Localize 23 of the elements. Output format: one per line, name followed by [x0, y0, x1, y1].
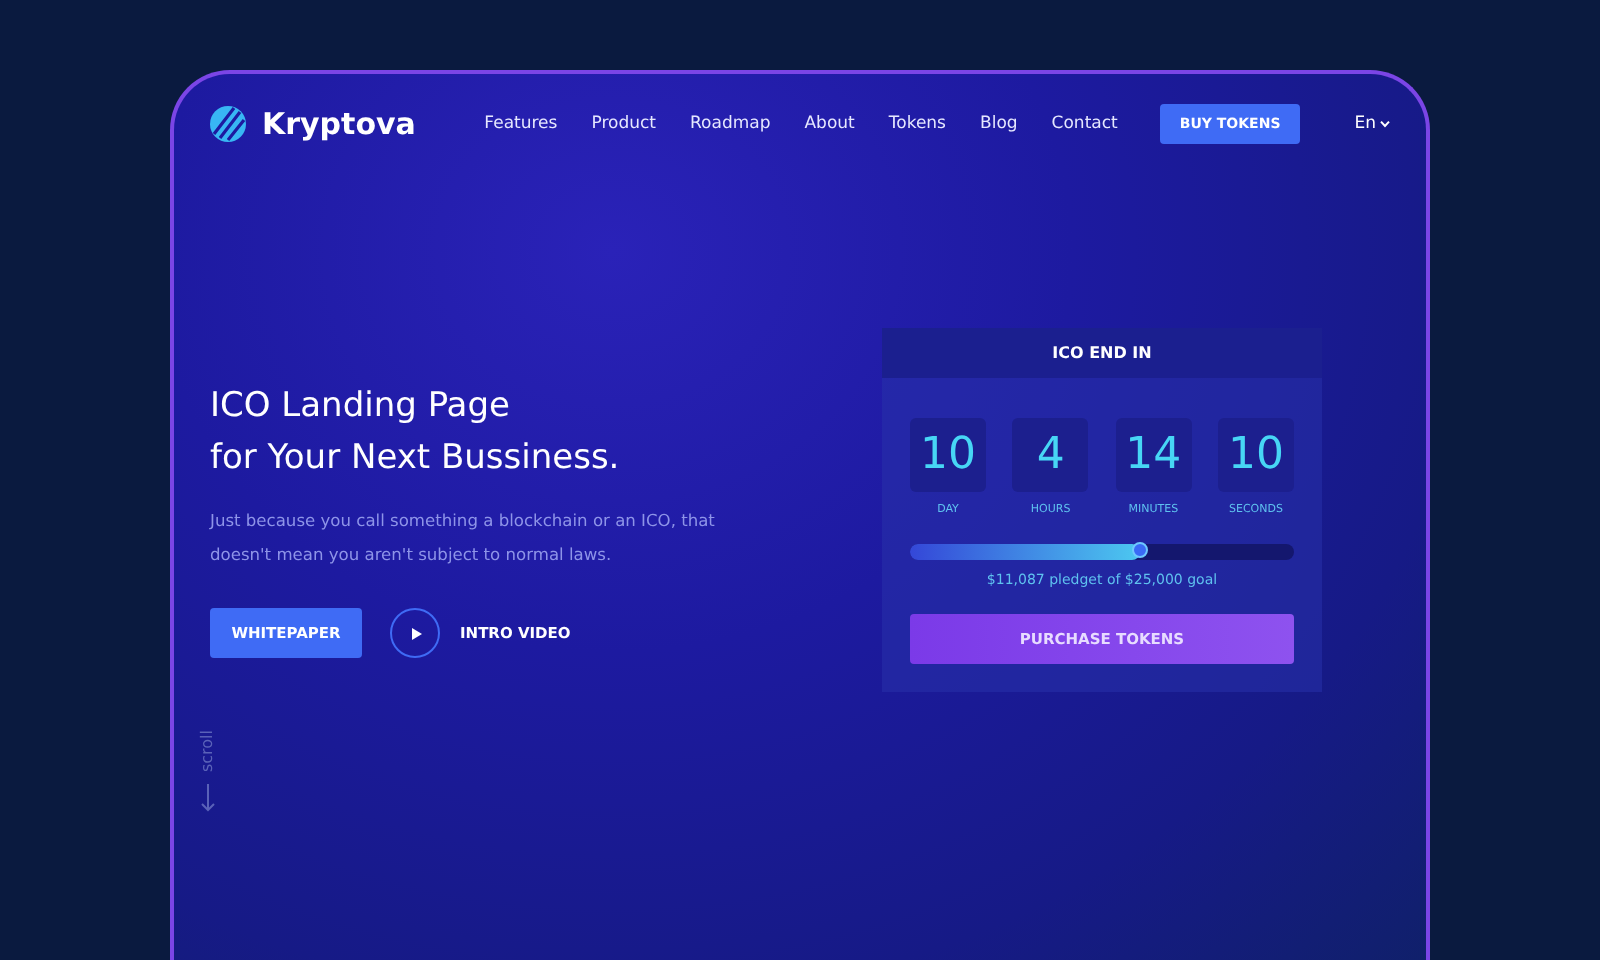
- chevron-down-icon: [1380, 120, 1390, 128]
- scroll-label: scroll: [198, 730, 216, 773]
- nav-link[interactable]: Features: [484, 114, 558, 134]
- nav-link[interactable]: Tokens: [888, 114, 946, 134]
- nav-link[interactable]: Product: [591, 114, 657, 134]
- nav-link[interactable]: Roadmap: [690, 114, 771, 134]
- hero-subtitle: Just because you call something a blockchain or an ICO, that doesn't mean you aren't subject to normal laws.: [210, 508, 717, 568]
- nav-link[interactable]: Blog: [980, 114, 1018, 134]
- play-button[interactable]: [390, 608, 440, 658]
- progress-handle[interactable]: [1132, 542, 1149, 558]
- card-title: ICO END IN: [882, 328, 1322, 378]
- brand-name: Kryptova: [262, 106, 416, 142]
- logo-icon: [210, 106, 246, 142]
- nav-link[interactable]: Contact: [1051, 114, 1118, 134]
- play-icon: [409, 627, 421, 639]
- countdown-value: 14: [1115, 418, 1192, 492]
- countdown-value: 10: [910, 418, 986, 492]
- nav-link[interactable]: About: [804, 114, 855, 134]
- countdown-value: 10: [1217, 418, 1294, 492]
- down-arrow-icon: [199, 784, 215, 813]
- countdown-value: 4: [1012, 418, 1089, 492]
- language-selector[interactable]: En: [1354, 114, 1390, 134]
- hero-title: ICO Landing Page for Your Next Bussiness.: [210, 384, 622, 482]
